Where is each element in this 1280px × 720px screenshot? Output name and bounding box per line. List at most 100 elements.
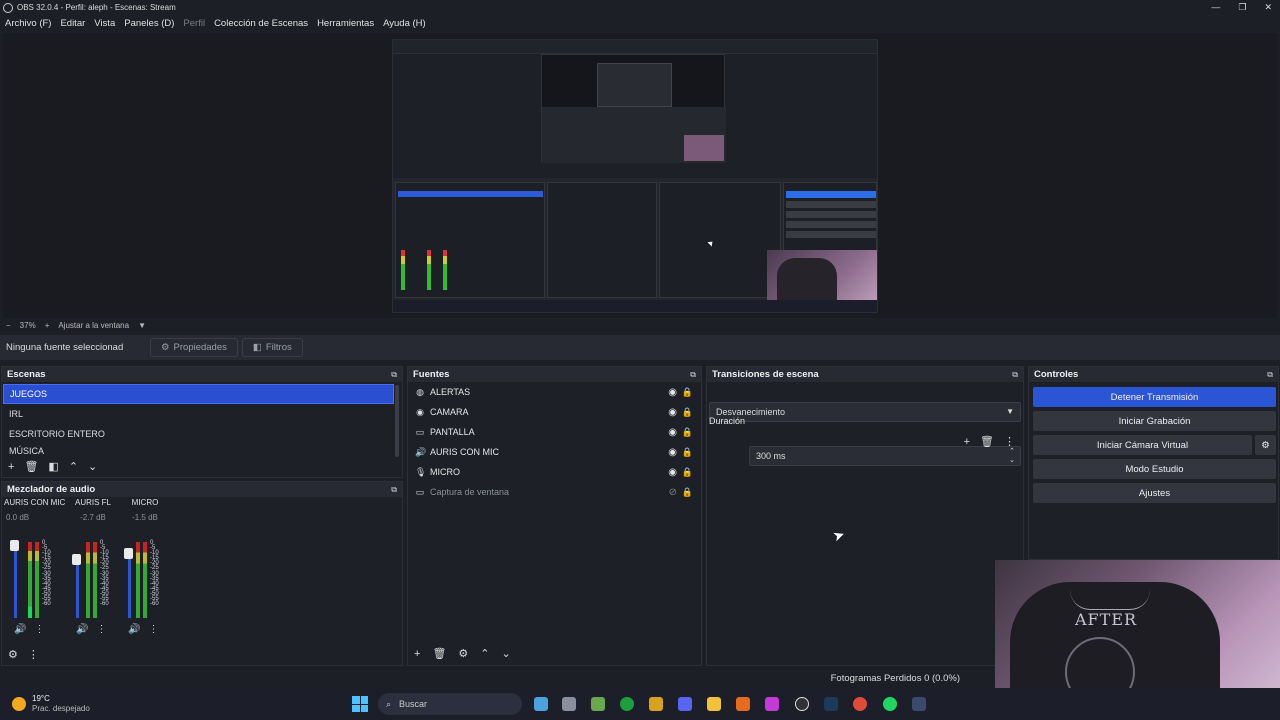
trash-icon[interactable]: 🗑 bbox=[432, 647, 446, 660]
minimize-button[interactable]: — bbox=[1211, 0, 1220, 14]
studio-mode-button[interactable]: Modo Estudio bbox=[1033, 459, 1276, 479]
steam-icon[interactable] bbox=[824, 697, 838, 711]
app-icon[interactable] bbox=[765, 697, 779, 711]
calculator-icon[interactable] bbox=[562, 697, 576, 711]
move-up-icon[interactable]: ⌃ bbox=[69, 460, 78, 473]
volume-slider[interactable] bbox=[128, 550, 131, 618]
more-icon[interactable]: ⋮ bbox=[34, 624, 44, 635]
eye-icon[interactable]: ◉ bbox=[668, 407, 677, 418]
app-icon[interactable] bbox=[649, 697, 663, 711]
lock-icon[interactable]: 🔒 bbox=[682, 447, 693, 458]
eye-icon[interactable]: ◉ bbox=[668, 427, 677, 438]
scene-item[interactable]: ESCRITORIO ENTERO bbox=[3, 424, 394, 444]
zoom-fit-select[interactable]: Ajustar a la ventana bbox=[58, 321, 129, 330]
spotify-icon[interactable] bbox=[883, 697, 897, 711]
properties-button[interactable]: ⚙ Propiedades bbox=[150, 338, 238, 357]
more-icon[interactable]: ⋮ bbox=[1004, 435, 1015, 448]
trash-icon[interactable]: 🗑 bbox=[24, 460, 38, 473]
move-up-icon[interactable]: ⌃ bbox=[480, 647, 489, 660]
taskbar-search[interactable]: ⌕ Buscar bbox=[378, 693, 522, 715]
minecraft-icon[interactable] bbox=[591, 697, 605, 711]
eye-off-icon[interactable]: ⊘ bbox=[669, 487, 677, 498]
transition-select[interactable]: Desvanecimiento ▼ bbox=[709, 402, 1021, 422]
menu-paneles[interactable]: Paneles (D) bbox=[124, 18, 174, 29]
audio-mixer-dock: Mezclador de audio ⧉ AURIS CON MIC 0.0 dB… bbox=[1, 481, 403, 666]
source-item[interactable]: ◍ ALERTAS ◉ 🔒 bbox=[408, 382, 701, 402]
sources-dock: Fuentes ⧉ ◍ ALERTAS ◉ 🔒 ◉ CAMARA ◉ 🔒 ▭ PANTALLA ◉ 🔒 🔊… bbox=[407, 366, 702, 666]
menu-coleccion-escenas[interactable]: Colección de Escenas bbox=[214, 18, 308, 29]
speaker-icon[interactable]: 🔊 bbox=[128, 624, 140, 635]
scene-item[interactable]: IRL bbox=[3, 404, 394, 424]
undock-icon[interactable]: ⧉ bbox=[690, 370, 696, 380]
stop-stream-button[interactable]: Detener Transmisión bbox=[1033, 387, 1276, 407]
app-icon[interactable] bbox=[534, 697, 548, 711]
zoom-out-button[interactable]: − bbox=[6, 321, 11, 330]
volume-knob[interactable] bbox=[10, 540, 19, 551]
source-item[interactable]: 🎙 MICRO ◉ 🔒 bbox=[408, 462, 701, 482]
vlc-icon[interactable] bbox=[736, 697, 750, 711]
menu-herramientas[interactable]: Herramientas bbox=[317, 18, 374, 29]
add-icon[interactable]: + bbox=[414, 648, 420, 660]
speaker-icon[interactable]: 🔊 bbox=[76, 624, 88, 635]
gear-icon[interactable]: ⚙ bbox=[458, 647, 468, 660]
menu-vista[interactable]: Vista bbox=[94, 18, 115, 29]
volume-slider[interactable] bbox=[76, 558, 79, 618]
start-recording-button[interactable]: Iniciar Grabación bbox=[1033, 411, 1276, 431]
menu-archivo[interactable]: Archivo (F) bbox=[5, 18, 51, 29]
eye-icon[interactable]: ◉ bbox=[668, 467, 677, 478]
duration-spinbox[interactable]: 300 ms ⌃ ⌄ bbox=[749, 446, 1021, 466]
source-item[interactable]: ◉ CAMARA ◉ 🔒 bbox=[408, 402, 701, 422]
file-explorer-icon[interactable] bbox=[707, 697, 721, 711]
zoom-in-button[interactable]: + bbox=[45, 321, 50, 330]
lock-icon[interactable]: 🔒 bbox=[682, 387, 693, 398]
undock-icon[interactable]: ⧉ bbox=[391, 370, 397, 380]
add-icon[interactable]: + bbox=[8, 461, 14, 473]
speaker-icon[interactable]: 🔊 bbox=[14, 624, 26, 635]
weather-widget[interactable]: 19°C Prac. despejado bbox=[12, 694, 90, 714]
lock-icon[interactable]: 🔒 bbox=[682, 427, 693, 438]
more-icon[interactable]: ⋮ bbox=[148, 624, 158, 635]
source-item[interactable]: 🔊 AURIS CON MIC ◉ 🔒 bbox=[408, 442, 701, 462]
more-icon[interactable]: ⋮ bbox=[96, 624, 106, 635]
scene-filters-icon[interactable]: ◧ bbox=[48, 460, 58, 473]
volume-slider[interactable] bbox=[14, 544, 17, 618]
more-icon[interactable]: ⋮ bbox=[28, 648, 39, 661]
menu-ayuda[interactable]: Ayuda (H) bbox=[383, 18, 426, 29]
discord-icon[interactable] bbox=[678, 697, 692, 711]
source-item[interactable]: ▭ Captura de ventana ⊘ 🔒 bbox=[408, 482, 701, 502]
undock-icon[interactable]: ⧉ bbox=[391, 485, 397, 495]
undock-icon[interactable]: ⧉ bbox=[1012, 370, 1018, 380]
scene-item[interactable]: MÚSICA bbox=[3, 444, 394, 455]
move-down-icon[interactable]: ⌄ bbox=[502, 647, 511, 660]
spin-arrows-icon[interactable]: ⌃ ⌄ bbox=[1009, 447, 1015, 465]
eye-icon[interactable]: ◉ bbox=[668, 387, 677, 398]
maximize-button[interactable]: ❐ bbox=[1238, 0, 1246, 14]
chevron-down-icon[interactable]: ▼ bbox=[138, 321, 146, 330]
lock-icon[interactable]: 🔒 bbox=[682, 487, 693, 498]
preview-output[interactable] bbox=[392, 39, 878, 313]
move-down-icon[interactable]: ⌄ bbox=[88, 460, 97, 473]
scene-item[interactable]: JUEGOS bbox=[3, 384, 394, 404]
eye-icon[interactable]: ◉ bbox=[668, 447, 677, 458]
app-icon[interactable] bbox=[912, 697, 926, 711]
undock-icon[interactable]: ⧉ bbox=[1267, 370, 1273, 380]
trash-icon[interactable]: 🗑 bbox=[980, 435, 994, 448]
lock-icon[interactable]: 🔒 bbox=[682, 407, 693, 418]
close-button[interactable]: ✕ bbox=[1264, 0, 1272, 14]
xbox-icon[interactable] bbox=[620, 697, 634, 711]
menu-editar[interactable]: Editar bbox=[60, 18, 85, 29]
source-item[interactable]: ▭ PANTALLA ◉ 🔒 bbox=[408, 422, 701, 442]
start-virtual-camera-button[interactable]: Iniciar Cámara Virtual bbox=[1033, 435, 1252, 455]
windows-start-icon[interactable] bbox=[352, 696, 368, 712]
add-icon[interactable]: + bbox=[964, 436, 970, 448]
volume-knob[interactable] bbox=[72, 554, 81, 565]
virtual-camera-settings-button[interactable]: ⚙ bbox=[1255, 435, 1276, 455]
lock-icon[interactable]: 🔒 bbox=[682, 467, 693, 478]
settings-button[interactable]: Ajustes bbox=[1033, 483, 1276, 503]
chrome-icon[interactable] bbox=[853, 697, 867, 711]
scrollbar[interactable] bbox=[395, 385, 399, 457]
filters-button[interactable]: ◧ Filtros bbox=[241, 338, 303, 357]
advanced-audio-icon[interactable]: ⚙ bbox=[8, 648, 18, 661]
obs-icon[interactable] bbox=[795, 697, 809, 711]
volume-knob[interactable] bbox=[124, 548, 133, 559]
